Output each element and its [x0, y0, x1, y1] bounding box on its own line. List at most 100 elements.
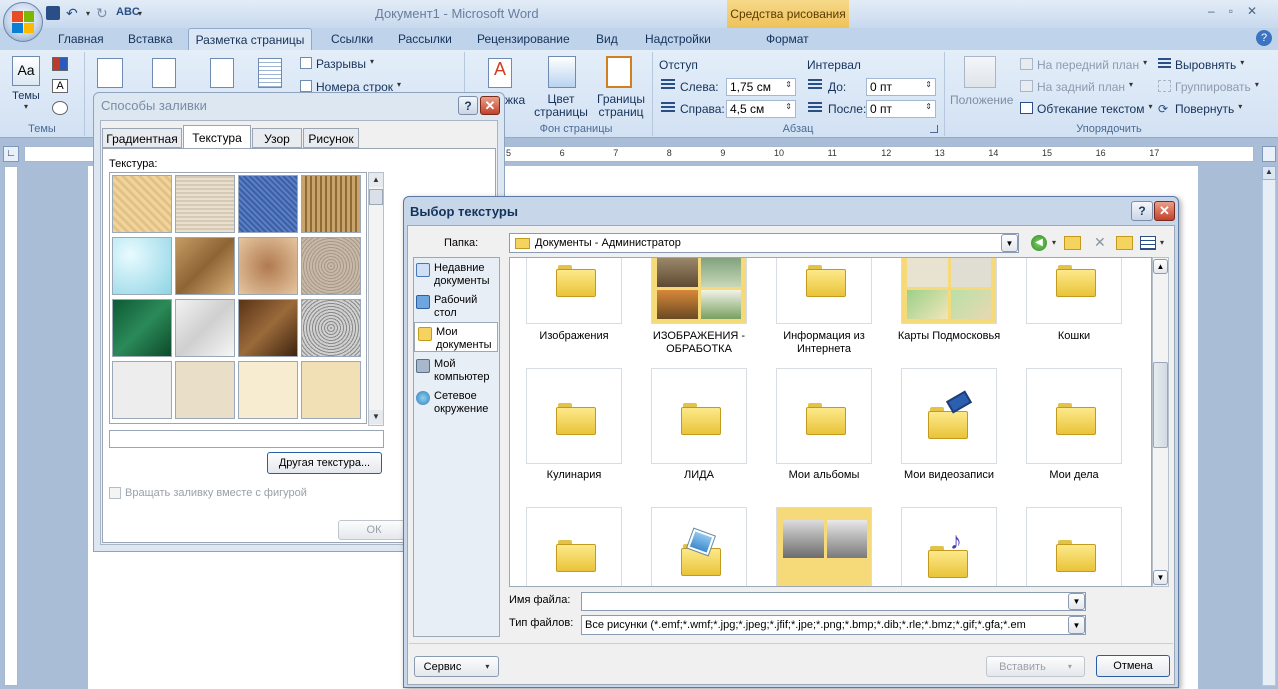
size-icon[interactable] [210, 58, 234, 88]
cancel-button[interactable]: Отмена [1096, 655, 1170, 677]
orientation-icon[interactable] [152, 58, 176, 88]
folder-tile-internet-info[interactable] [776, 258, 872, 324]
texture-water-droplets[interactable] [112, 237, 172, 295]
rotate-fill-checkbox[interactable] [109, 487, 121, 499]
filename-dropdown-button[interactable]: ▼ [1068, 593, 1085, 610]
place-desktop[interactable]: Рабочий стол [416, 294, 500, 324]
folder-label-7[interactable]: Мои альбомы [762, 469, 886, 482]
theme-effects-icon[interactable] [52, 101, 68, 115]
text-wrap-button[interactable]: Обтекание текстом ▾ [1020, 102, 1153, 116]
folder-label-8[interactable]: Мои видеозаписи [887, 469, 1011, 482]
save-icon[interactable] [46, 6, 60, 20]
folder-label-2[interactable]: Информация из Интернета [762, 330, 886, 356]
indent-left-input[interactable]: 1,75 см ⇕ [726, 78, 796, 96]
folder-tile-cooking[interactable] [526, 368, 622, 464]
folder-tile-maps[interactable] [901, 258, 997, 324]
tab-page-layout[interactable]: Разметка страницы [188, 28, 312, 52]
texture-fish-fossil[interactable] [238, 237, 298, 295]
fill-ok-button[interactable]: ОК [338, 520, 410, 540]
texture-green-marble[interactable] [112, 299, 172, 357]
folder-tile-row3-3[interactable] [776, 507, 872, 586]
texture-scroll-down-icon[interactable]: ▼ [369, 410, 383, 424]
watermark-button[interactable]: A [488, 58, 512, 88]
folder-label-6[interactable]: ЛИДА [637, 469, 761, 482]
tab-home[interactable]: Главная [58, 32, 104, 46]
folder-tile-images[interactable] [526, 258, 622, 324]
folder-tile-row3-2[interactable] [651, 507, 747, 586]
views-icon[interactable] [1140, 236, 1156, 250]
texture-newsprint[interactable] [112, 361, 172, 419]
place-network[interactable]: Сетевое окружение [416, 390, 500, 420]
texture-scrollbar[interactable] [368, 172, 384, 426]
paragraph-dialog-launcher-icon[interactable] [930, 125, 938, 133]
fill-dialog-help-button[interactable]: ? [458, 96, 478, 115]
theme-fonts-icon[interactable]: A [52, 79, 68, 93]
tab-review[interactable]: Рецензирование [477, 32, 570, 46]
page-borders-button[interactable] [606, 56, 632, 88]
folder-label-1[interactable]: ИЗОБРАЖЕНИЯ - ОБРАБОТКА [637, 330, 761, 356]
breaks-button[interactable]: Разрывы ▾ [300, 57, 374, 71]
place-my-documents[interactable]: Мои документы [414, 322, 498, 352]
folder-tile-cats[interactable] [1026, 258, 1122, 324]
folder-select[interactable]: Документы - Администратор [509, 233, 1019, 253]
new-folder-icon[interactable] [1116, 236, 1133, 250]
filetype-dropdown-button[interactable]: ▼ [1068, 616, 1085, 634]
folder-tile-albums[interactable] [776, 368, 872, 464]
texture-stationery[interactable] [301, 361, 361, 419]
align-button[interactable]: Выровнять ▾ [1158, 58, 1244, 72]
filetype-select[interactable]: Все рисунки (*.emf;*.wmf;*.jpg;*.jpeg;*.… [581, 615, 1086, 635]
folder-label-5[interactable]: Кулинария [512, 469, 636, 482]
service-button[interactable]: Сервис ▾ [414, 656, 499, 677]
tab-pattern[interactable]: Узор [252, 128, 302, 148]
texture-recycled-paper[interactable] [175, 361, 235, 419]
margins-icon[interactable] [97, 58, 123, 88]
tab-addins[interactable]: Надстройки [645, 32, 711, 46]
views-dropdown-icon[interactable]: ▾ [1160, 238, 1164, 247]
folder-tile-row3-5[interactable] [1026, 507, 1122, 586]
redo-icon[interactable]: ↻ [96, 6, 110, 20]
rotate-button[interactable]: ⟳ Повернуть ▾ [1158, 102, 1242, 116]
maximize-icon[interactable]: ▫ [1229, 4, 1233, 20]
texture-scroll-up-icon[interactable]: ▲ [369, 173, 383, 187]
texture-brown-marble[interactable] [238, 299, 298, 357]
spacing-before-input[interactable]: 0 пт ⇕ [866, 78, 936, 96]
file-list-scroll-up-icon[interactable]: ▲ [1153, 259, 1168, 274]
tab-texture[interactable]: Текстура [183, 125, 251, 149]
page-color-button[interactable] [548, 56, 576, 88]
tab-view[interactable]: Вид [596, 32, 618, 46]
folder-tile-my-affairs[interactable] [1026, 368, 1122, 464]
texture-woven-mat[interactable] [301, 175, 361, 233]
folder-label-9[interactable]: Мои дела [1012, 469, 1136, 482]
undo-dropdown-icon[interactable]: ▾ [86, 9, 90, 18]
tab-picture[interactable]: Рисунок [303, 128, 359, 148]
customize-toolbar-icon[interactable]: ▾ [138, 9, 142, 18]
minimize-icon[interactable]: – [1208, 4, 1215, 20]
undo-icon[interactable]: ↶ [66, 6, 80, 20]
ribbon-help-icon[interactable]: ? [1256, 30, 1272, 46]
tab-references[interactable]: Ссылки [331, 32, 373, 46]
texture-white-marble[interactable] [175, 299, 235, 357]
folder-tile-videos[interactable] [901, 368, 997, 464]
close-window-icon[interactable]: ✕ [1247, 4, 1257, 20]
view-ruler-icon[interactable] [1262, 146, 1276, 162]
vertical-scrollbar[interactable] [1262, 166, 1276, 686]
place-recent[interactable]: Недавние документы [416, 262, 500, 292]
folder-dropdown-button[interactable]: ▼ [1001, 234, 1018, 252]
place-my-computer[interactable]: Мой компьютер [416, 358, 500, 388]
other-texture-button[interactable]: Другая текстура... [267, 452, 382, 474]
up-folder-icon[interactable] [1064, 236, 1081, 250]
texture-denim[interactable] [238, 175, 298, 233]
spacing-after-input[interactable]: 0 пт ⇕ [866, 100, 936, 118]
texture-granite[interactable] [301, 299, 361, 357]
position-button[interactable] [964, 56, 996, 88]
texture-parchment[interactable] [238, 361, 298, 419]
delete-icon[interactable]: ✕ [1094, 234, 1106, 251]
texture-papyrus[interactable] [112, 175, 172, 233]
folder-label-0[interactable]: Изображения [512, 330, 636, 343]
texture-dialog-help-button[interactable]: ? [1131, 201, 1153, 221]
spelling-icon[interactable]: ABC [116, 6, 140, 20]
tab-format[interactable]: Формат [766, 32, 809, 46]
fill-dialog-close-button[interactable]: ✕ [480, 96, 500, 115]
scroll-up-icon[interactable]: ▲ [1262, 166, 1276, 180]
theme-colors-icon[interactable] [52, 57, 68, 71]
